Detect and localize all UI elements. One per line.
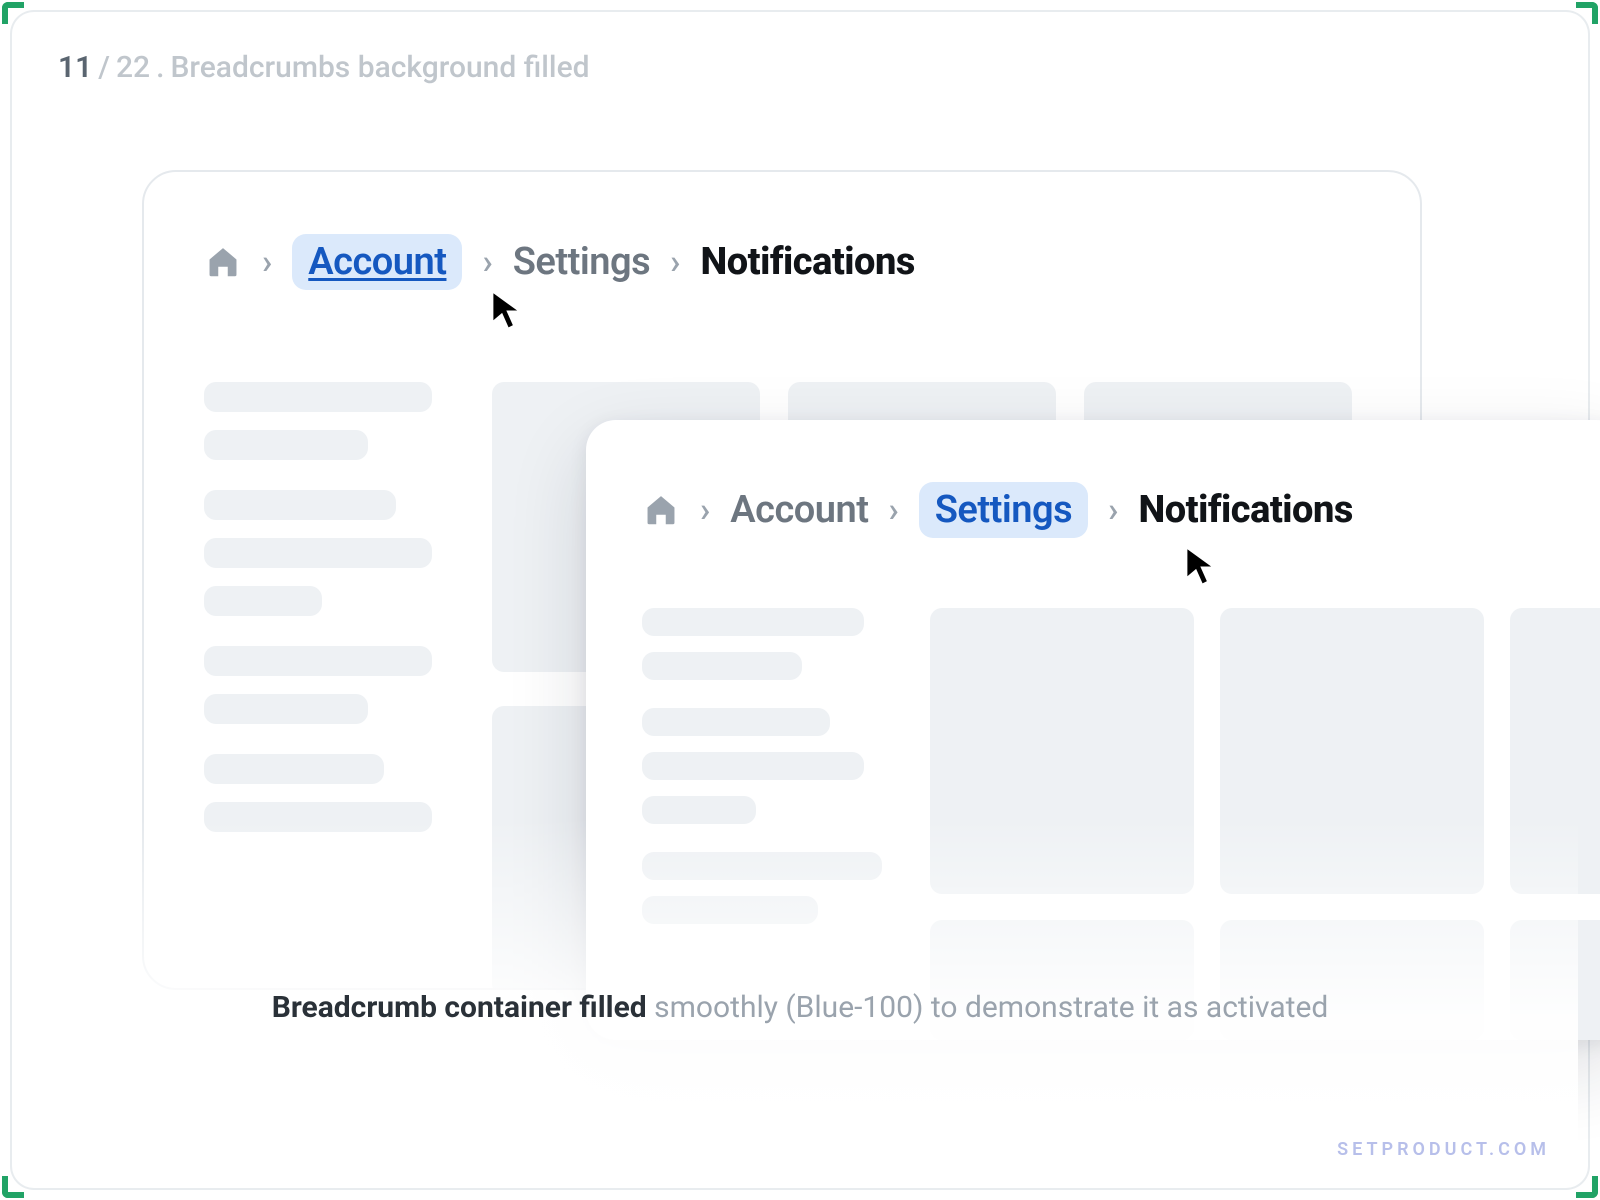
skeleton-sidebar [642, 608, 882, 924]
slide-frame: 11 / 22 . Breadcrumbs background filled … [10, 10, 1590, 1190]
example-card-front: › Account › Settings › Notifications [586, 420, 1600, 1040]
slide-number-sep: / [98, 50, 110, 85]
slide-counter: 11 / 22 . Breadcrumbs background filled [58, 50, 590, 85]
chevron-right-icon: › [1108, 493, 1118, 527]
caption-strong: Breadcrumb container filled [272, 990, 647, 1025]
slide-number-total: 22 [116, 50, 150, 85]
chevron-right-icon: › [670, 245, 680, 279]
chevron-right-icon: › [262, 245, 272, 279]
home-icon[interactable] [204, 243, 242, 281]
breadcrumb-item-settings[interactable]: Settings [919, 482, 1088, 538]
watermark: SETPRODUCT.COM [1337, 1139, 1550, 1160]
breadcrumb-item-account[interactable]: Account [730, 488, 868, 532]
breadcrumb-item-notifications: Notifications [700, 240, 914, 284]
breadcrumb: › Account › Settings › Notifications [204, 234, 915, 290]
chevron-right-icon: › [700, 493, 710, 527]
slide-title: Breadcrumbs background filled [170, 50, 589, 85]
breadcrumb-item-notifications: Notifications [1138, 488, 1352, 532]
caption: Breadcrumb container filled smoothly (Bl… [10, 990, 1590, 1025]
home-icon[interactable] [642, 491, 680, 529]
skeleton-tiles [930, 608, 1600, 894]
slide-number-current: 11 [58, 50, 92, 85]
slide-number-dot: . [156, 50, 164, 85]
breadcrumb: › Account › Settings › Notifications [642, 482, 1353, 538]
chevron-right-icon: › [482, 245, 492, 279]
chevron-right-icon: › [888, 493, 898, 527]
skeleton-sidebar [204, 382, 432, 832]
caption-rest: smoothly (Blue-100) to demonstrate it as… [647, 990, 1329, 1025]
breadcrumb-item-account[interactable]: Account [292, 234, 462, 290]
breadcrumb-item-settings[interactable]: Settings [513, 240, 650, 284]
